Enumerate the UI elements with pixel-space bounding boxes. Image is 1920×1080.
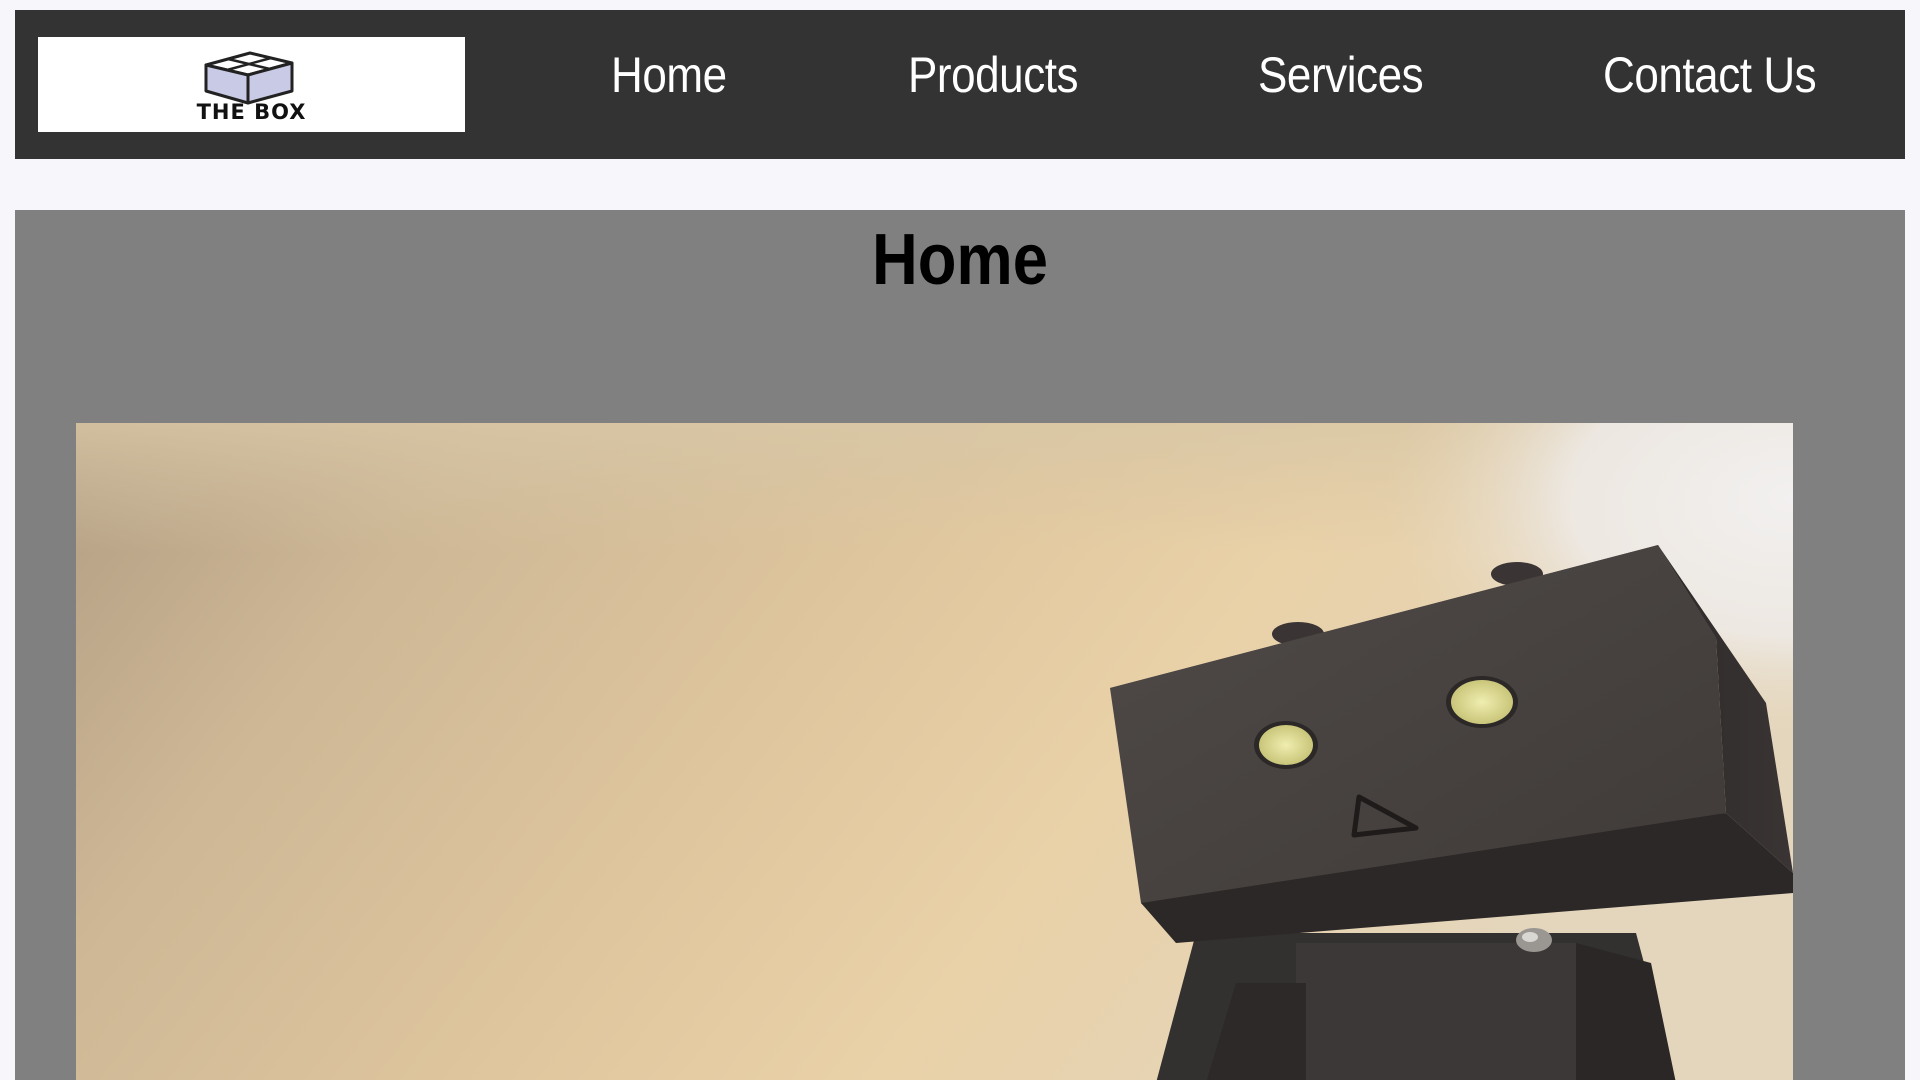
logo-link[interactable]: THE BOX bbox=[38, 37, 465, 132]
nav-services[interactable]: Services bbox=[1258, 45, 1424, 105]
nav-home[interactable]: Home bbox=[611, 45, 727, 105]
nav-products[interactable]: Products bbox=[908, 45, 1079, 105]
hero-image bbox=[76, 423, 1793, 1080]
box-logo-icon bbox=[204, 51, 294, 105]
main-content: Home bbox=[15, 210, 1905, 1080]
navbar: THE BOX Home Products Services Contact U… bbox=[15, 10, 1905, 159]
logo-text: THE BOX bbox=[196, 100, 307, 124]
nav-contact-us[interactable]: Contact Us bbox=[1603, 45, 1817, 105]
page-title: Home bbox=[871, 220, 1049, 300]
